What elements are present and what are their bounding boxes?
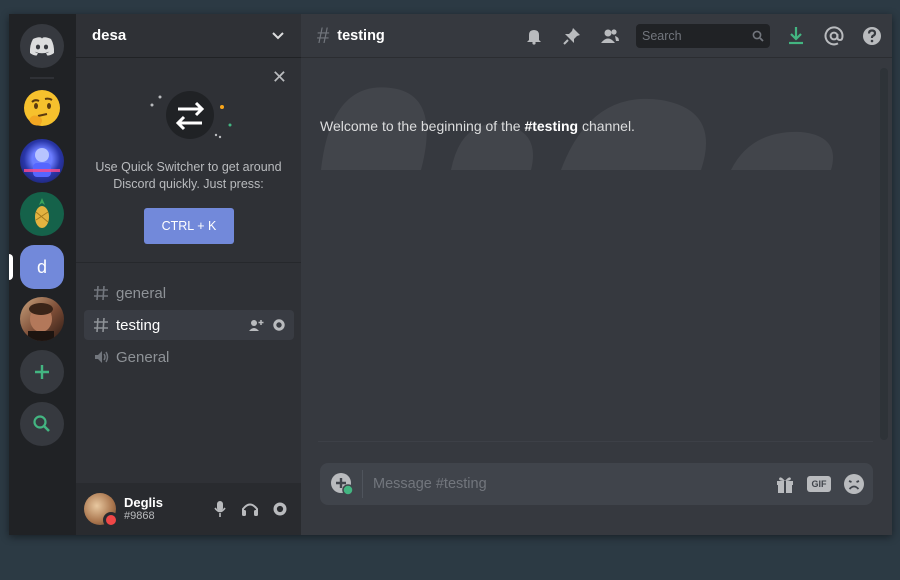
server-icon-art <box>24 148 60 177</box>
message-composer: Message #testing GIF <box>320 463 873 505</box>
channel-name: testing <box>116 316 161 334</box>
channel-testing[interactable]: testing <box>84 310 294 340</box>
server-icon-art <box>28 303 54 341</box>
guild-header[interactable]: desa <box>76 14 301 58</box>
bell-icon[interactable] <box>522 24 546 48</box>
search-icon <box>33 415 50 432</box>
search-icon <box>752 30 764 42</box>
help-icon[interactable] <box>860 24 884 48</box>
speaker-icon <box>92 349 110 365</box>
chevron-down-icon <box>272 31 284 39</box>
welcome-watermark <box>321 87 833 170</box>
channel-header: # testing Search <box>301 14 892 58</box>
server-initial: d <box>36 256 47 277</box>
avatar[interactable] <box>84 493 119 528</box>
composer-divider <box>362 470 363 498</box>
upload-plus-icon <box>331 473 354 496</box>
user-controls <box>210 499 290 519</box>
app-window: d desa ✕ Use Quick Switcher to get aroun… <box>9 14 892 535</box>
server-portrait[interactable] <box>20 297 64 341</box>
pineapple-icon <box>35 198 49 228</box>
channel-general[interactable]: general <box>84 278 294 308</box>
user-panel: Deglis #9868 <box>76 483 301 535</box>
emoji-icon[interactable] <box>843 473 865 495</box>
quick-switcher-tip: ✕ Use Quick Switcher to get around Disco… <box>76 59 301 263</box>
shortcut-button[interactable]: CTRL + K <box>144 208 234 244</box>
hashtag-icon: # <box>317 22 330 48</box>
members-icon[interactable] <box>598 24 622 48</box>
welcome-message: Welcome to the beginning of the #testing… <box>320 118 635 134</box>
search-input[interactable]: Search <box>636 24 770 48</box>
search-placeholder: Search <box>642 29 682 43</box>
welcome-suffix: channel. <box>578 118 635 134</box>
welcome-channel: #testing <box>524 118 579 134</box>
invite-icon[interactable] <box>248 318 264 332</box>
microphone-icon[interactable] <box>210 499 230 519</box>
channel-title: testing <box>337 27 385 44</box>
channel-voice-general[interactable]: General <box>84 342 294 372</box>
rail-divider <box>30 77 54 79</box>
gear-icon[interactable] <box>272 318 286 332</box>
composer-tools: GIF <box>775 473 865 495</box>
channel-name: general <box>116 284 167 302</box>
channel-sidebar: desa ✕ Use Quick Switcher to get around … <box>76 14 301 535</box>
username: Deglis <box>124 495 164 510</box>
gif-button[interactable]: GIF <box>807 476 831 492</box>
plus-icon <box>35 365 49 379</box>
chat-area: # testing Search Welcome to the beginnin… <box>301 14 892 535</box>
explore-servers-button[interactable] <box>20 402 64 446</box>
guild-name: desa <box>92 27 127 44</box>
channel-name: General <box>116 348 170 366</box>
hashtag-icon <box>92 317 110 333</box>
message-input[interactable]: Message #testing <box>373 476 775 492</box>
switch-arrows-icon <box>150 91 232 139</box>
welcome-prefix: Welcome to the beginning of the <box>320 118 525 134</box>
selected-server-indicator <box>9 254 13 280</box>
discord-logo-icon <box>29 37 55 56</box>
user-info[interactable]: Deglis #9868 <box>124 495 206 523</box>
dnd-status-icon <box>103 512 119 528</box>
server-rail: d <box>9 14 76 535</box>
hashtag-icon <box>92 285 110 301</box>
add-server-button[interactable] <box>20 350 64 394</box>
gift-icon[interactable] <box>775 474 795 494</box>
server-pineapple[interactable] <box>20 192 64 236</box>
attach-button[interactable] <box>328 470 356 498</box>
home-button[interactable] <box>20 24 64 68</box>
server-thinking[interactable] <box>20 87 64 131</box>
server-desa[interactable]: d <box>20 245 64 289</box>
header-toolbar: Search <box>508 14 884 58</box>
channel-tools <box>248 310 286 340</box>
scrollbar[interactable] <box>880 68 888 440</box>
server-blue-figure[interactable] <box>20 139 64 183</box>
thinking-emoji-icon <box>24 90 60 126</box>
divider <box>318 441 873 442</box>
close-icon[interactable]: ✕ <box>272 67 287 88</box>
user-tag: #9868 <box>124 510 155 522</box>
gear-icon[interactable] <box>270 499 290 519</box>
mentions-icon[interactable] <box>822 24 846 48</box>
download-icon[interactable] <box>784 24 808 48</box>
quick-switcher-text: Use Quick Switcher to get around Discord… <box>95 160 282 191</box>
pin-icon[interactable] <box>560 24 584 48</box>
headphones-icon[interactable] <box>240 499 260 519</box>
